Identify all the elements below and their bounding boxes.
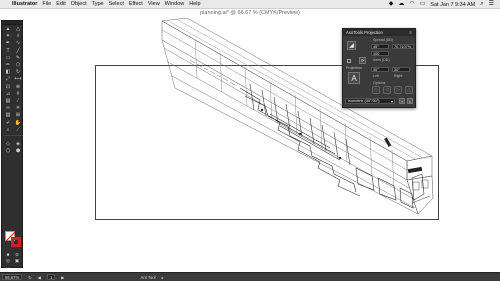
menu-file[interactable]: File [42, 1, 56, 7]
spread-label: Spread (DD) [373, 38, 394, 42]
axotools-panel-title: AxoTools Projection [346, 30, 383, 35]
link-axes-icon[interactable]: ⟳ [359, 57, 366, 64]
shaper-tool-icon[interactable]: ⬠ [13, 62, 23, 69]
options-label: Options [373, 81, 386, 85]
color-mode-icon[interactable]: ■ [4, 252, 12, 257]
spread-preview-icon: ◢ [347, 41, 356, 50]
panel-menu-icon[interactable]: ≡ [410, 30, 412, 35]
shape-builder-tool-icon[interactable]: ⊕ [13, 84, 23, 91]
menu-select[interactable]: Select [109, 1, 129, 7]
left-angle-field[interactable]: 30° [371, 67, 389, 72]
current-tool-name: Ant Tool [140, 274, 156, 280]
menu-window[interactable]: Window [165, 1, 190, 7]
perspective-grid-tool-icon[interactable]: ⊿ [3, 91, 13, 98]
illustrator-window: Illustrator File Edit Object Type Select… [0, 0, 500, 281]
blend-tool-icon[interactable]: ∞ [3, 105, 13, 112]
rotate-tool-icon[interactable]: ↻ [13, 69, 23, 76]
axotools-move-icon[interactable]: ⬡ [3, 148, 13, 155]
spread-slider-field[interactable]: 100 [371, 51, 389, 56]
fill-stroke-swatches [5, 231, 21, 249]
more-tools-icon[interactable]: … [4, 264, 12, 269]
axotools-rotate-icon[interactable]: ◈ [13, 141, 23, 148]
zoom-tool-icon[interactable]: ⌕ [3, 127, 13, 134]
spread-checkbox[interactable] [347, 59, 351, 63]
pen-tool-icon[interactable]: ✒ [3, 40, 13, 47]
artboard-number-field[interactable]: 1 [46, 274, 56, 280]
line-tool-icon[interactable]: ╱ [13, 48, 23, 55]
projection-preview-icon: A [348, 72, 360, 84]
stroke-swatch[interactable] [11, 237, 21, 247]
status-bar: 66.67% ↻ ◀ 1 ▶ Ant Tool ▸ [0, 272, 500, 281]
status-menu-icon[interactable]: ▸ [162, 275, 164, 280]
new-preset-icon[interactable]: + [399, 98, 405, 104]
eyedropper-tool-icon[interactable]: ⁄ [13, 98, 23, 105]
dropbox-icon[interactable]: ◆ [389, 0, 394, 9]
tools-divider [3, 134, 23, 137]
cloud-icon[interactable]: ☁ [398, 0, 404, 9]
menu-object[interactable]: Object [71, 1, 92, 7]
notification-center-icon[interactable]: ☰ [489, 0, 494, 9]
pencil-tool-icon[interactable]: ✏ [3, 62, 13, 69]
option-left-face-icon[interactable]: ◁ [383, 86, 391, 94]
option-cube-icon[interactable]: ◇ [372, 86, 380, 94]
selection-tool-icon[interactable]: ▲ [3, 26, 13, 33]
none-mode-icon[interactable]: ⊘ [13, 252, 21, 257]
width-tool-icon[interactable]: ⟷ [13, 76, 23, 83]
direct-selection-tool-icon[interactable]: △ [13, 26, 23, 33]
projection-label: Projection [346, 66, 362, 70]
wifi-icon[interactable]: ◠ [409, 0, 414, 9]
axotools-scale-icon[interactable]: ⬢ [13, 148, 23, 155]
knife-tool-icon[interactable]: ⟋ [13, 127, 23, 134]
menu-help[interactable]: Help [189, 1, 205, 7]
right-label: Right [394, 74, 403, 78]
artboard-tool-icon[interactable]: ⊞ [13, 112, 23, 119]
prev-artboard-icon[interactable]: ◀ [38, 275, 41, 280]
column-graph-tool-icon[interactable]: ▥ [3, 112, 13, 119]
projection-preset-select[interactable]: Isometric (30°/30°) [345, 98, 395, 104]
option-right-face-icon[interactable]: ▷ [394, 86, 402, 94]
battery-icon[interactable]: ▭ [420, 0, 426, 9]
tools-bottom-row: ■ ⊘ ◎ ▣ … [4, 252, 22, 269]
menu-edit[interactable]: Edit [56, 1, 70, 7]
slice-tool-icon[interactable]: ⌿ [3, 119, 13, 126]
menubar-clock[interactable]: Sat Jan 7 9:34 AM [430, 2, 475, 8]
menu-app-name[interactable]: Illustrator [12, 1, 42, 7]
next-artboard-icon[interactable]: ▶ [61, 275, 64, 280]
draw-mode-icon[interactable]: ◎ [4, 258, 12, 263]
menu-effect[interactable]: Effect [129, 1, 148, 7]
mesh-tool-icon[interactable]: # [13, 91, 23, 98]
magic-wand-tool-icon[interactable]: ✦ [3, 33, 13, 40]
rotate-view-icon[interactable]: ↻ [28, 275, 32, 280]
menu-type[interactable]: Type [92, 1, 109, 7]
gradient-tool-icon[interactable]: ▤ [3, 98, 13, 105]
lasso-tool-icon[interactable]: ℓ [13, 33, 23, 40]
free-transform-tool-icon[interactable]: ⊡ [3, 84, 13, 91]
option-top-face-icon[interactable]: △ [405, 86, 413, 94]
axotools-tool-icon[interactable]: ◇ [3, 141, 13, 148]
document-title: planning.ai* @ 66.67 % (CMYK/Preview) [200, 10, 300, 16]
screen-mode-icon[interactable]: ▣ [13, 258, 21, 263]
eraser-tool-icon[interactable]: ◧ [3, 69, 13, 76]
axotools-panel-header[interactable]: AxoTools Projection ≡ [343, 29, 415, 36]
spread-angle-field[interactable]: 45° [371, 44, 389, 49]
zoom-level-field[interactable]: 66.67% [2, 274, 23, 280]
right-angle-field[interactable]: 30° [392, 67, 410, 72]
hand-tool-icon[interactable]: ✋ [13, 119, 23, 126]
menubar-status-area: ◆ ☁ ◠ ▭ Sat Jan 7 9:34 AM ⌕ ☰ [389, 0, 494, 9]
scale-tool-icon[interactable]: ⤢ [3, 76, 13, 83]
symbol-sprayer-tool-icon[interactable]: ✳ [13, 105, 23, 112]
paintbrush-tool-icon[interactable]: ✎ [13, 55, 23, 62]
type-tool-icon[interactable]: T [3, 48, 13, 55]
curvature-tool-icon[interactable]: ∿ [13, 40, 23, 47]
tools-panel: ▲ △ ✦ ℓ ✒ ∿ T ╱ ▭ ✎ ✏ ⬠ ◧ ↻ ⤢ ⟷ ⊡ ⊕ ⊿ # … [1, 20, 23, 269]
axes-label: Axes (DD) [373, 58, 390, 62]
delete-preset-icon[interactable]: ▪ [407, 98, 413, 104]
rectangle-tool-icon[interactable]: ▭ [3, 55, 13, 62]
mac-menu-bar: Illustrator File Edit Object Type Select… [0, 0, 500, 9]
axotools-projection-panel: AxoTools Projection ≡ Spread (DD) ◢ 45° … [342, 28, 416, 108]
menu-view[interactable]: View [148, 1, 165, 7]
spread-scale-field[interactable]: 70.7107% [392, 44, 414, 49]
left-label: Left [373, 74, 379, 78]
spotlight-search-icon[interactable]: ⌕ [480, 0, 483, 9]
